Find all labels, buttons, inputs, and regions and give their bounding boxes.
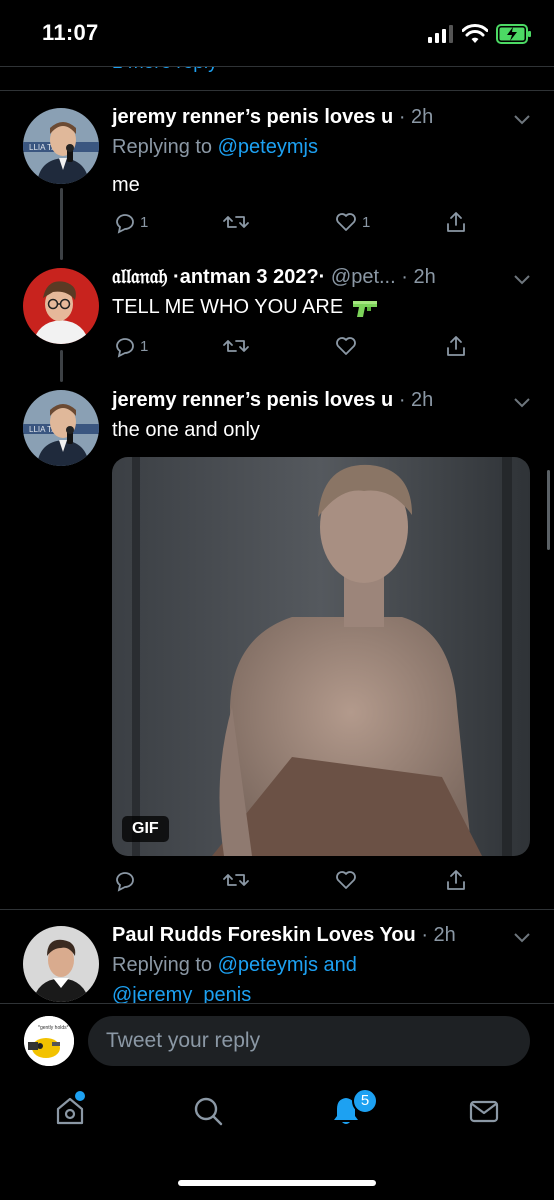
heart-icon [336,337,356,355]
scrollbar[interactable] [547,470,550,550]
avatar[interactable] [23,926,99,1002]
thread-line [60,350,63,382]
mention-link[interactable]: @peteymjs [218,136,318,158]
share-button[interactable] [444,210,468,234]
chevron-down-icon[interactable] [512,930,532,944]
status-divider [0,66,554,67]
thread-line [60,188,63,260]
reply-count: 1 [140,337,149,355]
avatar[interactable] [23,268,99,344]
like-count: 1 [362,213,371,231]
timestamp: · 2h [398,389,434,411]
chevron-down-icon[interactable] [512,395,532,409]
timestamp: · 2h [398,106,434,128]
reply-button[interactable]: 1 [112,334,148,358]
tweet-text: TELL ME WHO YOU ARE [112,296,344,318]
like-button[interactable] [334,334,358,358]
user-avatar[interactable]: *gently holds* [24,1016,74,1066]
share-button[interactable] [444,334,468,358]
gif-badge: GIF [122,816,169,842]
retweet-icon [223,340,249,352]
retweet-icon [223,874,249,886]
status-icons [428,24,532,44]
tweet-actions: 1 [112,334,472,362]
reply-icon [116,872,134,892]
chevron-down-icon[interactable] [512,272,532,286]
share-button[interactable] [444,868,468,892]
share-icon [447,212,465,232]
status-bar: 11:07 [0,0,554,66]
avatar[interactable]: LLIA TAN [23,390,99,466]
home-unread-dot [75,1091,85,1101]
display-name[interactable]: jeremy renner’s penis loves u [112,106,393,129]
water-pistol-emoji [353,300,378,317]
timestamp: · 2h [421,924,456,946]
tweet-actions [112,868,472,896]
share-icon [447,336,465,356]
mention-link[interactable]: @peteymjs and [218,954,357,976]
divider [0,90,554,91]
signal-icon [428,25,453,43]
display-name[interactable]: 𝔞𝔩𝔩𝔞𝔫𝔞𝔥 ·antman 3 202?· [112,266,325,289]
retweet-icon [223,216,249,228]
heart-icon [336,871,356,889]
chevron-down-icon[interactable] [512,112,532,126]
retweet-button[interactable] [222,210,254,234]
gif-media[interactable]: GIF [112,457,530,856]
tweet-header: jeremy renner’s penis loves u · 2h [112,389,433,412]
reply-input[interactable]: Tweet your reply [88,1016,530,1066]
reply-icon [116,214,134,234]
retweet-button[interactable] [222,868,250,892]
tweet-header: Paul Rudds Foreskin Loves You · 2h [112,924,456,947]
like-button[interactable] [334,868,358,892]
display-name[interactable]: jeremy renner’s penis loves u [112,389,393,412]
tweet-text-row: TELL ME WHO YOU ARE [112,296,379,319]
retweet-button[interactable] [222,334,250,358]
share-icon [447,870,465,890]
reply-composer: *gently holds* Tweet your reply [0,1003,554,1077]
replying-to: Replying to @peteymjs [112,136,318,158]
like-button[interactable]: 1 [334,210,370,234]
reply-button[interactable]: 1 [112,210,148,234]
divider [0,909,554,910]
messages-icon[interactable] [468,1095,500,1127]
timestamp: · 2h [401,266,436,288]
wifi-icon [462,24,488,43]
display-name[interactable]: Paul Rudds Foreskin Loves You [112,924,416,947]
avatar[interactable]: LLIA TAN [23,108,99,184]
handle: @pet... [330,266,396,288]
reply-icon [116,338,134,358]
tweet-text: the one and only [112,419,260,441]
search-icon[interactable] [192,1095,224,1127]
notifications-badge: 5 [352,1088,378,1114]
tweet-actions: 1 1 [112,210,472,238]
tweet-header: 𝔞𝔩𝔩𝔞𝔫𝔞𝔥 ·antman 3 202?· @pet... · 2h [112,266,436,289]
tweet-text: me [112,174,140,196]
reply-count: 1 [140,213,149,231]
battery-charging-icon [496,24,531,44]
status-time: 11:07 [42,20,99,45]
tweet-header: jeremy renner’s penis loves u · 2h [112,106,433,129]
heart-icon [336,213,356,231]
reply-button[interactable] [112,868,136,892]
replying-to: Replying to @peteymjs and [112,954,357,976]
avatar-caption: *gently holds* [38,1025,69,1031]
home-indicator [178,1180,376,1186]
